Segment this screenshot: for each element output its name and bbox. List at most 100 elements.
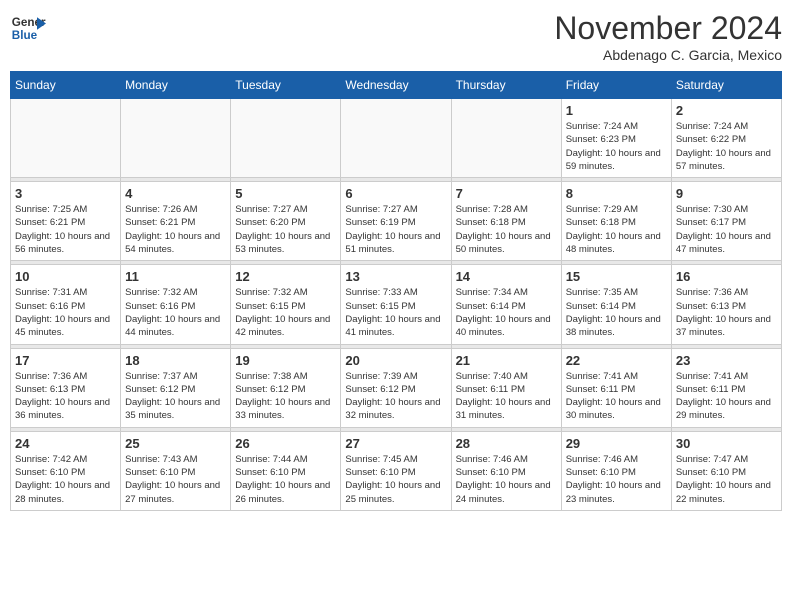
day-number: 22 xyxy=(566,353,667,368)
day-number: 9 xyxy=(676,186,777,201)
day-info: Sunrise: 7:41 AM Sunset: 6:11 PM Dayligh… xyxy=(566,370,667,423)
calendar-cell xyxy=(341,99,451,178)
day-info: Sunrise: 7:31 AM Sunset: 6:16 PM Dayligh… xyxy=(15,286,116,339)
day-number: 3 xyxy=(15,186,116,201)
calendar-cell: 16 Sunrise: 7:36 AM Sunset: 6:13 PM Dayli… xyxy=(671,265,781,344)
day-number: 30 xyxy=(676,436,777,451)
logo-icon: General Blue xyxy=(10,10,46,46)
day-number: 24 xyxy=(15,436,116,451)
calendar-cell: 15 Sunrise: 7:35 AM Sunset: 6:14 PM Dayli… xyxy=(561,265,671,344)
day-of-week-header: Thursday xyxy=(451,72,561,99)
day-number: 10 xyxy=(15,269,116,284)
calendar-week-row: 1 Sunrise: 7:24 AM Sunset: 6:23 PM Daylig… xyxy=(11,99,782,178)
day-number: 19 xyxy=(235,353,336,368)
calendar-cell: 21Sunrise: 7:40 AM Sunset: 6:11 PM Dayli… xyxy=(451,348,561,427)
calendar-cell: 20 Sunrise: 7:39 AM Sunset: 6:12 PM Dayli… xyxy=(341,348,451,427)
calendar-cell: 6Sunrise: 7:27 AM Sunset: 6:19 PM Daylig… xyxy=(341,182,451,261)
day-info: Sunrise: 7:41 AM Sunset: 6:11 PM Dayligh… xyxy=(676,370,777,423)
day-info: Sunrise: 7:33 AM Sunset: 6:15 PM Dayligh… xyxy=(345,286,446,339)
day-of-week-header: Sunday xyxy=(11,72,121,99)
month-title: November 2024 xyxy=(554,10,782,47)
day-info: Sunrise: 7:27 AM Sunset: 6:20 PM Dayligh… xyxy=(235,203,336,256)
calendar-cell xyxy=(231,99,341,178)
day-number: 18 xyxy=(125,353,226,368)
calendar-cell: 26 Sunrise: 7:44 AM Sunset: 6:10 PM Dayli… xyxy=(231,431,341,510)
calendar-cell: 27Sunrise: 7:45 AM Sunset: 6:10 PM Dayli… xyxy=(341,431,451,510)
calendar-cell: 28 Sunrise: 7:46 AM Sunset: 6:10 PM Dayli… xyxy=(451,431,561,510)
day-info: Sunrise: 7:43 AM Sunset: 6:10 PM Dayligh… xyxy=(125,453,226,506)
calendar-cell: 24 Sunrise: 7:42 AM Sunset: 6:10 PM Dayli… xyxy=(11,431,121,510)
calendar-cell: 19 Sunrise: 7:38 AM Sunset: 6:12 PM Dayli… xyxy=(231,348,341,427)
day-info: Sunrise: 7:30 AM Sunset: 6:17 PM Dayligh… xyxy=(676,203,777,256)
calendar-header-row: SundayMondayTuesdayWednesdayThursdayFrid… xyxy=(11,72,782,99)
day-info: Sunrise: 7:37 AM Sunset: 6:12 PM Dayligh… xyxy=(125,370,226,423)
calendar-week-row: 10 Sunrise: 7:31 AM Sunset: 6:16 PM Dayli… xyxy=(11,265,782,344)
day-of-week-header: Tuesday xyxy=(231,72,341,99)
day-info: Sunrise: 7:36 AM Sunset: 6:13 PM Dayligh… xyxy=(15,370,116,423)
calendar-table: SundayMondayTuesdayWednesdayThursdayFrid… xyxy=(10,71,782,511)
calendar-cell: 8Sunrise: 7:29 AM Sunset: 6:18 PM Daylig… xyxy=(561,182,671,261)
day-number: 26 xyxy=(235,436,336,451)
day-info: Sunrise: 7:42 AM Sunset: 6:10 PM Dayligh… xyxy=(15,453,116,506)
day-info: Sunrise: 7:47 AM Sunset: 6:10 PM Dayligh… xyxy=(676,453,777,506)
day-info: Sunrise: 7:44 AM Sunset: 6:10 PM Dayligh… xyxy=(235,453,336,506)
calendar-cell: 9 Sunrise: 7:30 AM Sunset: 6:17 PM Daylig… xyxy=(671,182,781,261)
day-info: Sunrise: 7:24 AM Sunset: 6:23 PM Dayligh… xyxy=(566,120,667,173)
day-number: 2 xyxy=(676,103,777,118)
calendar-cell: 3 Sunrise: 7:25 AM Sunset: 6:21 PM Daylig… xyxy=(11,182,121,261)
calendar-cell: 13 Sunrise: 7:33 AM Sunset: 6:15 PM Dayli… xyxy=(341,265,451,344)
calendar-cell: 23 Sunrise: 7:41 AM Sunset: 6:11 PM Dayli… xyxy=(671,348,781,427)
day-number: 17 xyxy=(15,353,116,368)
day-number: 23 xyxy=(676,353,777,368)
calendar-cell: 18 Sunrise: 7:37 AM Sunset: 6:12 PM Dayli… xyxy=(121,348,231,427)
day-number: 1 xyxy=(566,103,667,118)
day-number: 12 xyxy=(235,269,336,284)
day-info: Sunrise: 7:39 AM Sunset: 6:12 PM Dayligh… xyxy=(345,370,446,423)
calendar-cell: 14 Sunrise: 7:34 AM Sunset: 6:14 PM Dayli… xyxy=(451,265,561,344)
day-number: 14 xyxy=(456,269,557,284)
calendar-cell: 10 Sunrise: 7:31 AM Sunset: 6:16 PM Dayli… xyxy=(11,265,121,344)
day-number: 20 xyxy=(345,353,446,368)
day-number: 29 xyxy=(566,436,667,451)
day-info: Sunrise: 7:32 AM Sunset: 6:16 PM Dayligh… xyxy=(125,286,226,339)
day-info: Sunrise: 7:38 AM Sunset: 6:12 PM Dayligh… xyxy=(235,370,336,423)
calendar-cell: 7 Sunrise: 7:28 AM Sunset: 6:18 PM Daylig… xyxy=(451,182,561,261)
calendar-cell: 17 Sunrise: 7:36 AM Sunset: 6:13 PM Dayli… xyxy=(11,348,121,427)
day-number: 28 xyxy=(456,436,557,451)
day-number: 11 xyxy=(125,269,226,284)
day-info: Sunrise: 7:34 AM Sunset: 6:14 PM Dayligh… xyxy=(456,286,557,339)
day-info: Sunrise: 7:40 AM Sunset: 6:11 PM Dayligh… xyxy=(456,370,557,423)
calendar-week-row: 3 Sunrise: 7:25 AM Sunset: 6:21 PM Daylig… xyxy=(11,182,782,261)
day-info: Sunrise: 7:46 AM Sunset: 6:10 PM Dayligh… xyxy=(456,453,557,506)
location-subtitle: Abdenago C. Garcia, Mexico xyxy=(554,47,782,63)
calendar-cell xyxy=(11,99,121,178)
calendar-cell: 25Sunrise: 7:43 AM Sunset: 6:10 PM Dayli… xyxy=(121,431,231,510)
day-number: 27 xyxy=(345,436,446,451)
day-info: Sunrise: 7:26 AM Sunset: 6:21 PM Dayligh… xyxy=(125,203,226,256)
day-number: 5 xyxy=(235,186,336,201)
day-number: 13 xyxy=(345,269,446,284)
title-block: November 2024 Abdenago C. Garcia, Mexico xyxy=(554,10,782,63)
day-info: Sunrise: 7:24 AM Sunset: 6:22 PM Dayligh… xyxy=(676,120,777,173)
day-of-week-header: Friday xyxy=(561,72,671,99)
day-of-week-header: Wednesday xyxy=(341,72,451,99)
day-info: Sunrise: 7:36 AM Sunset: 6:13 PM Dayligh… xyxy=(676,286,777,339)
calendar-cell: 22 Sunrise: 7:41 AM Sunset: 6:11 PM Dayli… xyxy=(561,348,671,427)
day-number: 7 xyxy=(456,186,557,201)
day-info: Sunrise: 7:28 AM Sunset: 6:18 PM Dayligh… xyxy=(456,203,557,256)
calendar-cell: 30 Sunrise: 7:47 AM Sunset: 6:10 PM Dayli… xyxy=(671,431,781,510)
calendar-cell: 5 Sunrise: 7:27 AM Sunset: 6:20 PM Daylig… xyxy=(231,182,341,261)
calendar-week-row: 24 Sunrise: 7:42 AM Sunset: 6:10 PM Dayli… xyxy=(11,431,782,510)
day-number: 16 xyxy=(676,269,777,284)
day-number: 15 xyxy=(566,269,667,284)
calendar-cell: 4Sunrise: 7:26 AM Sunset: 6:21 PM Daylig… xyxy=(121,182,231,261)
calendar-cell: 11 Sunrise: 7:32 AM Sunset: 6:16 PM Dayli… xyxy=(121,265,231,344)
calendar-week-row: 17 Sunrise: 7:36 AM Sunset: 6:13 PM Dayli… xyxy=(11,348,782,427)
logo: General Blue xyxy=(10,10,46,46)
calendar-cell: 12Sunrise: 7:32 AM Sunset: 6:15 PM Dayli… xyxy=(231,265,341,344)
day-info: Sunrise: 7:29 AM Sunset: 6:18 PM Dayligh… xyxy=(566,203,667,256)
day-info: Sunrise: 7:25 AM Sunset: 6:21 PM Dayligh… xyxy=(15,203,116,256)
day-info: Sunrise: 7:35 AM Sunset: 6:14 PM Dayligh… xyxy=(566,286,667,339)
calendar-cell: 1 Sunrise: 7:24 AM Sunset: 6:23 PM Daylig… xyxy=(561,99,671,178)
day-info: Sunrise: 7:27 AM Sunset: 6:19 PM Dayligh… xyxy=(345,203,446,256)
